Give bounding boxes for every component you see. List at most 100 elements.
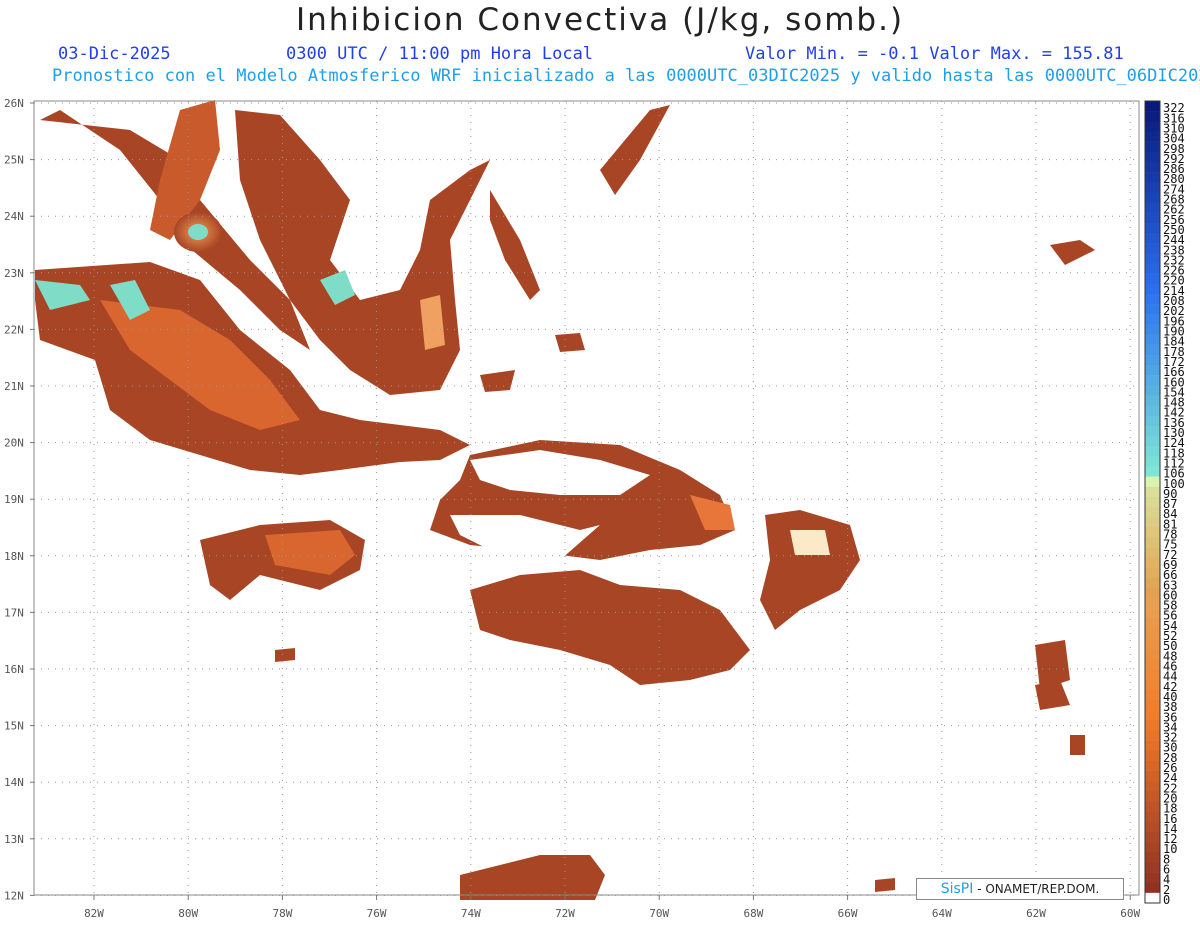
bahamas-region (235, 110, 490, 395)
latitude-label: 19N (4, 493, 24, 506)
colorbar-label: 0 (1163, 893, 1170, 907)
colorbar-swatch (1145, 364, 1160, 376)
latitude-label: 23N (4, 267, 24, 280)
colorbar-swatch (1145, 608, 1160, 620)
colorbar-swatch (1145, 334, 1160, 345)
map-canvas: 26N 25N 24N 23N 22N 21N 20N 19N 18N 17N 16N 15N 14N 1… (4, 97, 1185, 920)
colorbar-swatch (1145, 537, 1160, 548)
longitude-label: 68W (743, 907, 763, 920)
colorbar-swatch (1145, 172, 1160, 183)
colorbar-swatch (1145, 375, 1160, 386)
longitude-label: 72W (555, 907, 575, 920)
colorbar-swatch (1145, 831, 1160, 843)
colorbar-swatch (1145, 253, 1160, 264)
colorbar-swatch (1145, 476, 1160, 488)
longitude-label: 74W (461, 907, 481, 920)
colorbar-swatch (1145, 842, 1160, 853)
colorbar-swatch (1145, 649, 1160, 660)
colorbar-swatch (1145, 425, 1160, 437)
latitude-label: 14N (4, 776, 24, 789)
latitude-label: 22N (4, 323, 24, 336)
latitude-label: 15N (4, 720, 24, 733)
bahamas-east-strip (490, 190, 540, 300)
colorbar-swatch (1145, 466, 1160, 477)
latitude-label: 26N (4, 97, 24, 110)
colorbar-swatch (1145, 222, 1160, 234)
colorbar-swatch (1145, 151, 1160, 163)
colorbar-swatch (1145, 395, 1160, 406)
colorbar-swatch (1145, 740, 1160, 752)
colorbar-swatch (1145, 232, 1160, 244)
colorbar-swatch (1145, 415, 1160, 427)
colorbar-swatch (1145, 243, 1160, 254)
latitude-label: 13N (4, 833, 24, 846)
puerto-rico-region (760, 510, 860, 630)
colorbar-swatch (1145, 669, 1160, 680)
colorbar-swatch (1145, 567, 1160, 579)
colorbar-swatch (1145, 760, 1160, 772)
colorbar-swatch (1145, 791, 1160, 802)
colorbar-swatch (1145, 314, 1160, 325)
colorbar-swatch (1145, 781, 1160, 792)
colorbar-swatch (1145, 405, 1160, 417)
latitude-label: 17N (4, 606, 24, 619)
colorbar-swatch (1145, 192, 1160, 203)
colorbar-swatch (1145, 446, 1160, 457)
longitude-label: 76W (367, 907, 387, 920)
latitude-labels: 26N 25N 24N 23N 22N 21N 20N 19N 18N 17N 16N 15N 14N 1… (4, 97, 34, 902)
latitude-label: 18N (4, 550, 24, 563)
colorbar-swatch (1145, 517, 1160, 528)
island-ne (1050, 240, 1095, 265)
colorbar-swatch (1145, 750, 1160, 762)
colorbar-swatch (1145, 111, 1160, 122)
colorbar-swatch (1145, 639, 1160, 650)
colorbar-swatch (1145, 101, 1160, 112)
latitude-label: 24N (4, 210, 24, 223)
colorbar-swatch (1145, 182, 1160, 193)
colorbar-swatch (1145, 618, 1160, 630)
puerto-rico-warm (790, 530, 830, 555)
island-se (875, 878, 895, 892)
colorbar-swatch (1145, 679, 1160, 691)
colorbar-swatch (1145, 324, 1160, 335)
colorbar-swatch (1145, 202, 1160, 213)
latitude-label: 12N (4, 889, 24, 902)
colorbar-swatch (1145, 821, 1160, 833)
credit-box: SisPI - ONAMET/REP.DOM. (916, 878, 1124, 900)
colorbar-swatch (1145, 547, 1160, 559)
longitude-label: 82W (84, 907, 104, 920)
cyan-spot-north (188, 224, 208, 240)
colorbar-swatch (1145, 273, 1160, 285)
colorbar-swatch (1145, 557, 1160, 569)
colorbar-swatch (1145, 293, 1160, 305)
colorbar-swatch (1145, 588, 1160, 599)
colorbar-swatch (1145, 141, 1160, 153)
colorbar-swatch (1145, 801, 1160, 812)
longitude-label: 70W (649, 907, 669, 920)
colorbar-swatch (1145, 699, 1160, 711)
latitude-label: 20N (4, 437, 24, 450)
colorbar-swatch (1145, 385, 1160, 396)
colorbar: 3223163103042982922862802742682622562502… (1144, 100, 1185, 907)
colorbar-swatch (1145, 527, 1160, 538)
colorbar-swatch (1145, 496, 1160, 508)
colorbar-swatch (1145, 882, 1160, 894)
colorbar-swatch (1145, 872, 1160, 883)
colorbar-swatch (1145, 578, 1160, 589)
colorbar-swatch (1145, 689, 1160, 701)
longitude-label: 80W (178, 907, 198, 920)
colorbar-swatch (1145, 710, 1160, 721)
credit-text: - ONAMET/REP.DOM. (977, 882, 1100, 896)
latitude-label: 21N (4, 380, 24, 393)
colorbar-swatch (1145, 507, 1160, 518)
colorbar-swatch (1145, 161, 1160, 173)
caribbean-south-region (470, 570, 750, 685)
colorbar-swatch (1145, 811, 1160, 823)
longitude-label: 64W (932, 907, 952, 920)
island-dominica (1035, 680, 1070, 710)
colorbar-swatch (1145, 486, 1160, 498)
colorbar-swatch (1145, 730, 1160, 741)
colorbar-swatch (1145, 283, 1160, 295)
island-inagua (480, 370, 515, 392)
colorbar-swatch (1145, 598, 1160, 609)
